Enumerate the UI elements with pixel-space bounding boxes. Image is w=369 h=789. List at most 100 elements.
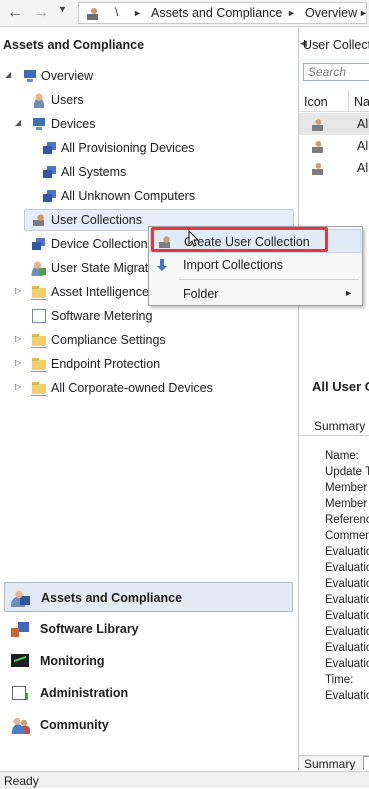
collapse-arrow-icon[interactable]: ◢: [5, 70, 11, 79]
workspace-software-library[interactable]: Software Library: [4, 614, 293, 644]
tree-item-all-provisioning-devices[interactable]: All Provisioning Devices: [0, 137, 297, 159]
list-item[interactable]: All: [299, 157, 369, 179]
detail-field: Evaluation: [325, 610, 369, 622]
folder-icon: [31, 356, 47, 372]
back-arrow-icon[interactable]: ←: [3, 3, 27, 23]
workspace-label: Monitoring: [40, 654, 105, 668]
assets-compliance-icon: [11, 589, 31, 607]
detail-field: Reference: [325, 514, 369, 526]
tree-label: All Corporate-owned Devices: [51, 381, 213, 395]
detail-field: Update Time:: [325, 466, 369, 478]
history-dropdown-icon[interactable]: ▼: [58, 4, 67, 14]
workspace-monitoring[interactable]: Monitoring: [4, 646, 293, 676]
user-collection-icon: [310, 139, 324, 153]
address-toolbar: ← → ▼ \ ► Assets and Compliance ► Overvi…: [0, 0, 369, 27]
breadcrumb-assets[interactable]: Assets and Compliance: [151, 6, 282, 20]
expand-arrow-icon[interactable]: ▷: [15, 334, 21, 343]
detail-field: Member: [325, 482, 368, 494]
user-state-icon: [31, 260, 47, 276]
tree-label: Devices: [51, 117, 96, 131]
folder-icon: [31, 284, 47, 300]
column-header-name[interactable]: Name: [354, 95, 369, 109]
tree-item-overview[interactable]: ◢ Overview: [0, 65, 297, 87]
tree-label: All Provisioning Devices: [61, 141, 195, 155]
tree-item-corporate-owned-devices[interactable]: ▷ All Corporate-owned Devices: [0, 377, 297, 399]
column-header-icon[interactable]: Icon: [304, 95, 328, 109]
detail-field: Time:: [325, 674, 354, 686]
software-metering-icon: [31, 308, 47, 324]
tree-item-devices[interactable]: ◢ Devices: [0, 113, 297, 135]
bottom-tabs: Summary: [299, 755, 369, 770]
breadcrumb-overview[interactable]: Overview: [305, 6, 357, 20]
breadcrumb-arrow[interactable]: ►: [287, 8, 296, 18]
search-input[interactable]: Search: [303, 63, 369, 81]
workspace-community[interactable]: Community: [4, 710, 293, 740]
list-item[interactable]: All: [299, 113, 369, 135]
tree-label: Software Metering: [51, 309, 153, 323]
tree-item-users[interactable]: Users: [0, 89, 297, 111]
menu-separator: [179, 279, 359, 280]
devices-icon: [31, 116, 47, 132]
detail-field: Evaluation: [325, 626, 369, 638]
community-icon: [10, 716, 30, 734]
forward-arrow-icon[interactable]: →: [29, 3, 53, 23]
collapse-arrow-icon[interactable]: ◢: [15, 118, 21, 127]
highlight-box: [151, 227, 328, 252]
details-title: All User Collections: [312, 379, 369, 394]
workspace-administration[interactable]: Administration: [4, 678, 293, 708]
list-item-label: All: [357, 117, 369, 131]
tab-details[interactable]: [363, 756, 369, 770]
results-pane: ◀ User Collections Search Icon Name All …: [298, 28, 369, 770]
user-collection-icon: [31, 212, 47, 228]
menu-item-label: Import Collections: [183, 258, 284, 272]
workspace-label: Software Library: [40, 622, 139, 636]
details-tab-summary[interactable]: Summary: [314, 419, 365, 433]
detail-field: Comment: [325, 530, 369, 542]
administration-icon: [10, 684, 30, 702]
breadcrumb-arrow[interactable]: ►: [359, 8, 368, 18]
workspace-label: Community: [40, 718, 109, 732]
user-collection-icon: [310, 117, 324, 131]
tree-label: Device Collections: [51, 237, 154, 251]
status-bar: Ready: [0, 771, 369, 788]
users-icon: [31, 92, 47, 108]
tree-label: Overview: [41, 69, 94, 83]
breadcrumb-arrow[interactable]: ►: [133, 8, 142, 18]
breadcrumb-root[interactable]: \: [115, 5, 118, 19]
software-library-icon: [10, 620, 30, 638]
tree-label: All Systems: [61, 165, 127, 179]
workspace-assets-and-compliance[interactable]: Assets and Compliance: [4, 582, 293, 612]
detail-field: Evaluation: [325, 578, 369, 590]
pane-title: Assets and Compliance: [3, 38, 145, 52]
address-breadcrumb[interactable]: \ ► Assets and Compliance ► Overview ►: [78, 2, 368, 24]
workspace-label: Administration: [40, 686, 129, 700]
menu-item-import-collections[interactable]: Import Collections: [150, 253, 361, 277]
tree-item-software-metering[interactable]: Software Metering: [0, 305, 297, 327]
list-item[interactable]: All: [299, 135, 369, 157]
device-collection-icon: [31, 236, 47, 252]
status-text: Ready: [4, 774, 39, 788]
menu-item-label: Folder: [183, 287, 219, 301]
expand-arrow-icon[interactable]: ▷: [15, 382, 21, 391]
overview-icon: [22, 68, 38, 84]
column-divider[interactable]: [348, 90, 349, 112]
tree-item-all-unknown-computers[interactable]: All Unknown Computers: [0, 185, 297, 207]
tree-item-compliance-settings[interactable]: ▷ Compliance Settings: [0, 329, 297, 351]
device-collection-icon: [42, 140, 58, 156]
folder-icon: [31, 380, 47, 396]
tree-item-all-systems[interactable]: All Systems: [0, 161, 297, 183]
tree-label: Users: [51, 93, 84, 107]
tab-summary[interactable]: Summary: [304, 757, 355, 770]
expand-arrow-icon[interactable]: ▷: [15, 358, 21, 367]
tree-label: Asset Intelligence: [51, 285, 149, 299]
tree-label: User Collections: [51, 213, 143, 227]
submenu-arrow-icon: ►: [344, 288, 353, 298]
tree-item-endpoint-protection[interactable]: ▷ Endpoint Protection: [0, 353, 297, 375]
expand-arrow-icon[interactable]: ▷: [15, 286, 21, 295]
menu-item-folder[interactable]: Folder ►: [150, 282, 361, 306]
navigation-pane: Assets and Compliance ◢ Overview Users ◢…: [0, 28, 297, 789]
monitoring-icon: [10, 652, 30, 670]
list-item-label: All: [357, 161, 369, 175]
detail-field: Evaluation: [325, 546, 369, 558]
workspace-label: Assets and Compliance: [41, 591, 183, 605]
